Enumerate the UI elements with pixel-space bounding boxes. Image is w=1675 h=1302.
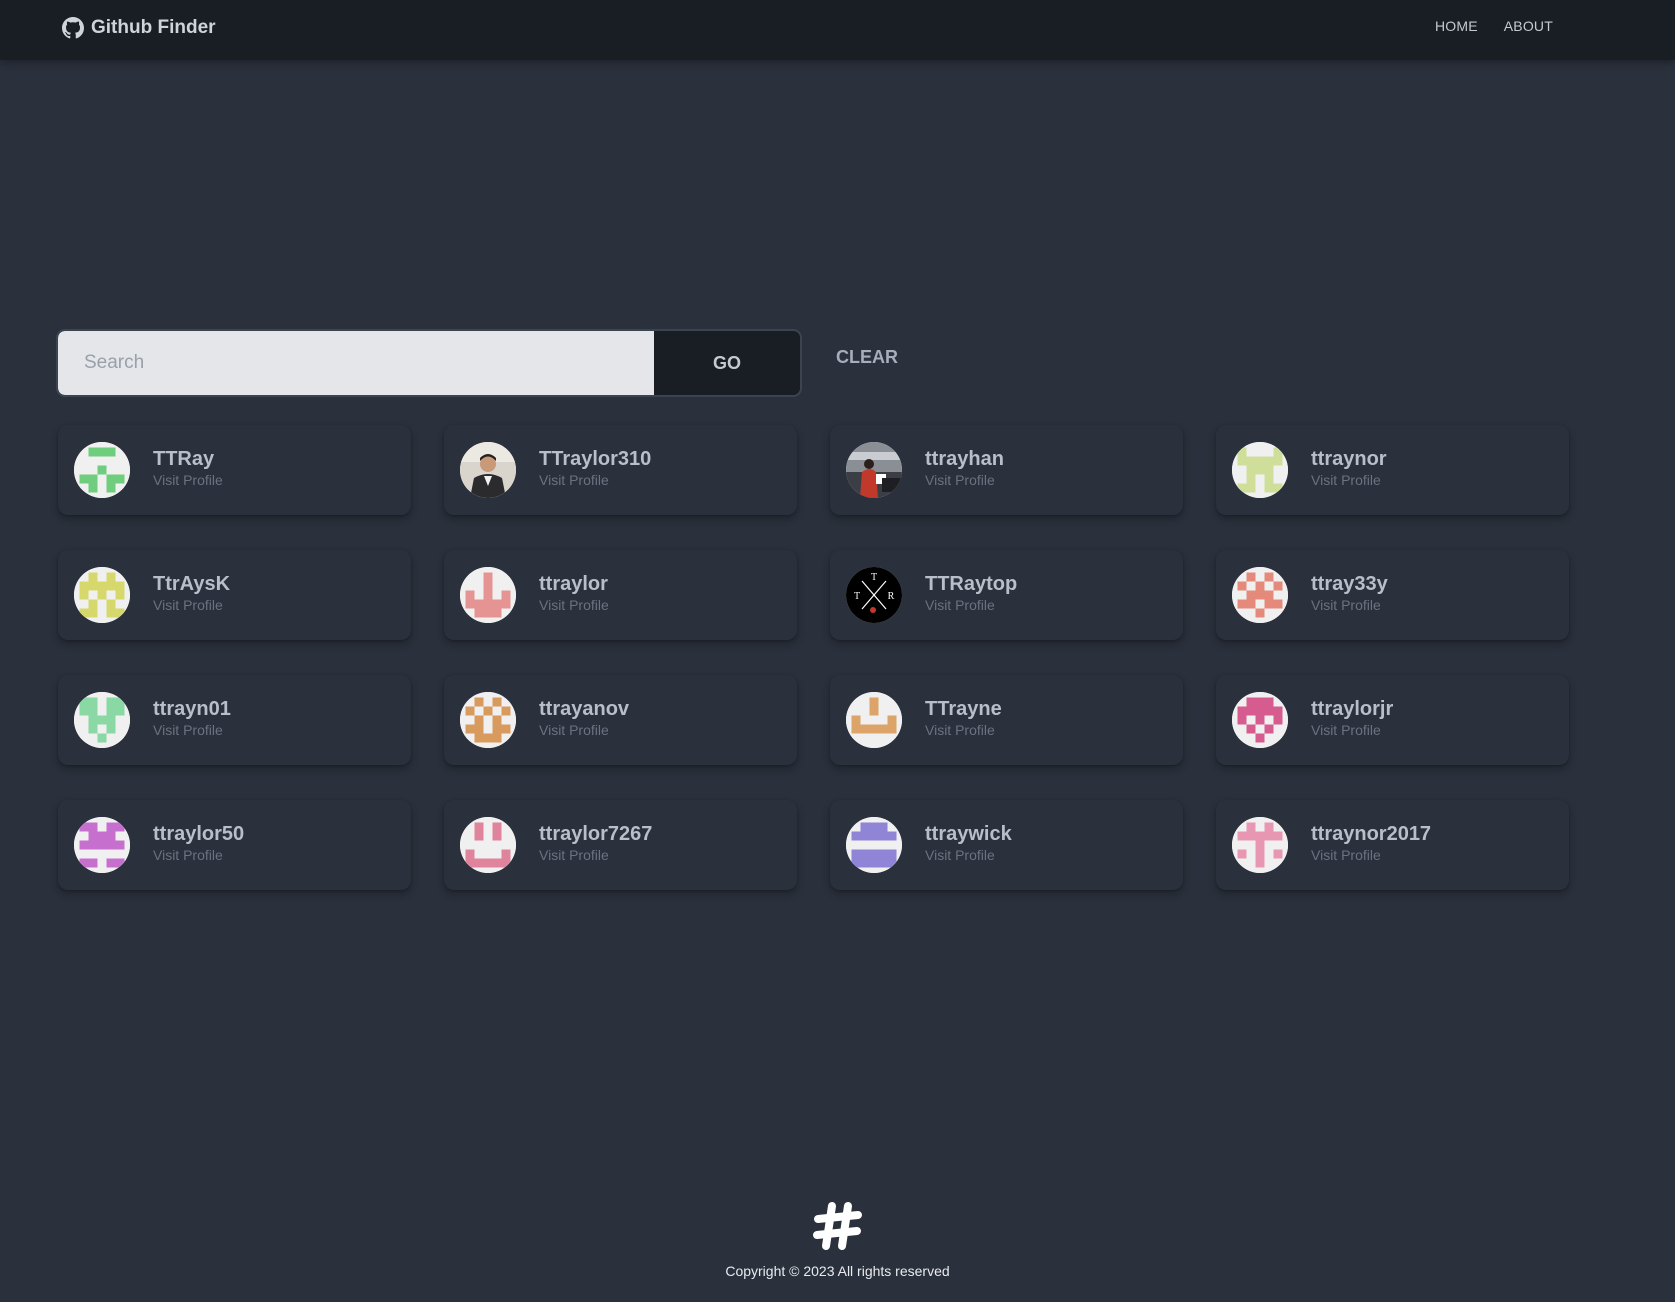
user-card-text: ttraylor7267 Visit Profile <box>539 822 652 864</box>
user-card-text: ttraywick Visit Profile <box>925 822 1012 864</box>
search-form: GO <box>56 329 802 397</box>
user-avatar <box>74 442 130 498</box>
user-card[interactable]: ttrayanov Visit Profile <box>444 675 797 765</box>
visit-profile-link[interactable]: Visit Profile <box>539 596 609 614</box>
username: ttraynor2017 <box>1311 823 1432 845</box>
user-card[interactable]: ttraylor Visit Profile <box>444 550 797 640</box>
go-button[interactable]: GO <box>654 331 800 395</box>
user-avatar <box>1232 817 1288 873</box>
svg-text:T: T <box>854 591 860 602</box>
user-card[interactable]: ttraynor Visit Profile <box>1216 425 1569 515</box>
user-avatar <box>460 692 516 748</box>
user-avatar <box>460 817 516 873</box>
navbar: Github Finder HOME ABOUT <box>0 0 1675 60</box>
github-icon <box>62 17 84 39</box>
brand-title: Github Finder <box>91 17 216 38</box>
user-card-text: ttraylor50 Visit Profile <box>153 822 244 864</box>
hash-logo-icon <box>812 1200 864 1257</box>
username: ttrayhan <box>925 448 1004 470</box>
search-input[interactable] <box>58 331 654 395</box>
username: ttrayanov <box>539 698 630 720</box>
visit-profile-link[interactable]: Visit Profile <box>153 721 231 739</box>
user-card-text: ttrayn01 Visit Profile <box>153 697 231 739</box>
user-card[interactable]: TtrAysK Visit Profile <box>58 550 411 640</box>
footer: Copyright © 2023 All rights reserved <box>0 1200 1675 1279</box>
username: TTrayne <box>925 698 1002 720</box>
username: ttray33y <box>1311 573 1388 595</box>
svg-text:T: T <box>871 572 877 583</box>
username: TtrAysK <box>153 573 231 595</box>
user-card-text: ttrayanov Visit Profile <box>539 697 629 739</box>
visit-profile-link[interactable]: Visit Profile <box>539 846 652 864</box>
user-avatar <box>1232 442 1288 498</box>
user-avatar <box>74 567 130 623</box>
search-row: GO CLEAR <box>56 329 1656 397</box>
nav-home-link[interactable]: HOME <box>1435 18 1478 34</box>
visit-profile-link[interactable]: Visit Profile <box>1311 846 1431 864</box>
username: ttraynor <box>1311 448 1387 470</box>
user-card-text: ttraynor2017 Visit Profile <box>1311 822 1431 864</box>
username: ttraylor <box>539 573 608 595</box>
user-card-text: TTraylor310 Visit Profile <box>539 447 651 489</box>
user-results-grid: TTRay Visit Profile TTraylor310 Visit Profi… <box>58 425 1569 890</box>
user-avatar <box>74 692 130 748</box>
nav-links: HOME ABOUT <box>1435 18 1553 34</box>
clear-button[interactable]: CLEAR <box>836 347 898 368</box>
user-avatar <box>460 567 516 623</box>
user-card[interactable]: ttrayn01 Visit Profile <box>58 675 411 765</box>
username: ttraylor7267 <box>539 823 653 845</box>
user-avatar <box>1232 692 1288 748</box>
visit-profile-link[interactable]: Visit Profile <box>925 471 1004 489</box>
username: ttraywick <box>925 823 1012 845</box>
visit-profile-link[interactable]: Visit Profile <box>925 846 1012 864</box>
visit-profile-link[interactable]: Visit Profile <box>539 471 651 489</box>
visit-profile-link[interactable]: Visit Profile <box>925 721 1002 739</box>
user-card[interactable]: TTRay Visit Profile <box>58 425 411 515</box>
user-card-text: TTRay Visit Profile <box>153 447 223 489</box>
nav-about-link[interactable]: ABOUT <box>1504 18 1553 34</box>
user-card-text: TTrayne Visit Profile <box>925 697 1002 739</box>
user-avatar <box>846 817 902 873</box>
svg-text:R: R <box>888 591 895 602</box>
user-card[interactable]: TTrayne Visit Profile <box>830 675 1183 765</box>
username: ttrayn01 <box>153 698 231 720</box>
user-avatar <box>74 817 130 873</box>
username: TTRaytop <box>925 573 1018 595</box>
user-card[interactable]: ttraylor7267 Visit Profile <box>444 800 797 890</box>
user-card[interactable]: ttraynor2017 Visit Profile <box>1216 800 1569 890</box>
user-avatar: TTR <box>846 567 902 623</box>
copyright-text: Copyright © 2023 All rights reserved <box>725 1263 950 1279</box>
user-card-text: ttrayhan Visit Profile <box>925 447 1004 489</box>
visit-profile-link[interactable]: Visit Profile <box>153 846 244 864</box>
user-card[interactable]: ttrayhan Visit Profile <box>830 425 1183 515</box>
user-card-text: ttraylorjr Visit Profile <box>1311 697 1393 739</box>
user-avatar <box>846 442 902 498</box>
user-avatar <box>846 692 902 748</box>
user-avatar <box>460 442 516 498</box>
username: ttraylorjr <box>1311 698 1394 720</box>
visit-profile-link[interactable]: Visit Profile <box>153 471 223 489</box>
visit-profile-link[interactable]: Visit Profile <box>1311 721 1393 739</box>
user-card-text: ttraylor Visit Profile <box>539 572 609 614</box>
user-avatar <box>1232 567 1288 623</box>
visit-profile-link[interactable]: Visit Profile <box>1311 471 1387 489</box>
user-card[interactable]: ttray33y Visit Profile <box>1216 550 1569 640</box>
brand[interactable]: Github Finder <box>62 17 216 39</box>
visit-profile-link[interactable]: Visit Profile <box>1311 596 1388 614</box>
username: ttraylor50 <box>153 823 245 845</box>
user-card-text: TTRaytop Visit Profile <box>925 572 1017 614</box>
user-card[interactable]: ttraylorjr Visit Profile <box>1216 675 1569 765</box>
username: TTRay <box>153 448 215 470</box>
visit-profile-link[interactable]: Visit Profile <box>153 596 230 614</box>
username: TTraylor310 <box>539 448 652 470</box>
visit-profile-link[interactable]: Visit Profile <box>539 721 629 739</box>
user-card[interactable]: TTraylor310 Visit Profile <box>444 425 797 515</box>
user-card[interactable]: ttraylor50 Visit Profile <box>58 800 411 890</box>
user-card[interactable]: ttraywick Visit Profile <box>830 800 1183 890</box>
user-card-text: TtrAysK Visit Profile <box>153 572 230 614</box>
visit-profile-link[interactable]: Visit Profile <box>925 596 1017 614</box>
user-card[interactable]: T T R TTRaytop Visit Profile <box>830 550 1183 640</box>
user-card-text: ttray33y Visit Profile <box>1311 572 1388 614</box>
user-card-text: ttraynor Visit Profile <box>1311 447 1387 489</box>
